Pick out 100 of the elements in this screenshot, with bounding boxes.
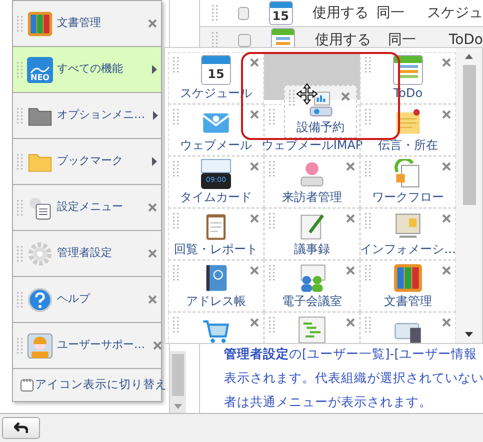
drag-handle-icon[interactable] [365, 109, 371, 125]
tile-label: タイムカード [180, 189, 252, 205]
drag-handle-icon[interactable] [17, 246, 23, 262]
drag-handle-icon[interactable] [269, 213, 275, 229]
menu-label: ヘルプ [57, 291, 90, 308]
drag-handle-icon[interactable] [289, 90, 295, 106]
tile-label: 伝言・所在 [378, 137, 438, 153]
close-icon[interactable] [346, 214, 355, 223]
drag-handle-icon[interactable] [365, 161, 371, 177]
drag-handle-icon[interactable] [173, 317, 179, 333]
app-tile[interactable]: 来訪者管理 [264, 156, 360, 208]
calendar-icon: 15 [201, 55, 231, 85]
help-icon [27, 286, 53, 312]
close-icon[interactable] [250, 214, 259, 223]
close-icon[interactable] [442, 58, 451, 67]
drag-handle-icon[interactable] [17, 200, 23, 216]
close-icon[interactable] [153, 341, 162, 350]
app-tile[interactable]: 議事録 [264, 208, 360, 260]
close-icon[interactable] [250, 318, 259, 327]
drag-handle-icon[interactable] [269, 109, 275, 125]
close-icon[interactable] [250, 110, 259, 119]
scrollbar-thumb[interactable] [172, 354, 184, 396]
drag-handle-icon[interactable] [17, 338, 23, 354]
menu-item[interactable]: オプションメニ… [13, 93, 161, 139]
app-tile[interactable]: インフォメーシ… [360, 208, 456, 260]
table-row[interactable]: 15 使用する 同一 スケジュ [200, 0, 483, 27]
drag-handle-icon[interactable] [365, 57, 371, 73]
table-cell-text: ToDo [448, 30, 483, 50]
checkbox[interactable] [238, 6, 249, 20]
close-icon[interactable] [442, 214, 451, 223]
drag-handle-icon[interactable] [17, 62, 23, 78]
drag-handle-icon[interactable] [173, 109, 179, 125]
drag-handle-icon[interactable] [173, 161, 179, 177]
drag-handle-icon[interactable] [173, 213, 179, 229]
gear-icon [27, 240, 53, 266]
calendar-outline-icon [20, 378, 34, 392]
app-tile[interactable]: ワークフロー [360, 156, 456, 208]
table-cell-text: スケジュ [427, 4, 483, 22]
table-cell-text: 使用する [312, 4, 369, 22]
app-tile[interactable]: 回覧・レポート [168, 208, 264, 260]
close-icon[interactable] [346, 162, 355, 171]
checkbox[interactable] [238, 34, 251, 46]
drag-handle-icon[interactable] [269, 161, 275, 177]
close-icon[interactable] [148, 249, 157, 258]
scroll-down-icon[interactable] [465, 332, 473, 337]
app-tile[interactable]: 電子会議室 [264, 260, 360, 312]
drag-handle-icon[interactable] [365, 213, 371, 229]
move-cursor-icon [296, 83, 318, 105]
close-icon[interactable] [442, 162, 451, 171]
tile-label: 電子会議室 [282, 293, 342, 309]
drag-handle-icon[interactable] [269, 265, 275, 281]
back-button[interactable] [2, 417, 40, 439]
scrollbar-thumb[interactable] [462, 65, 476, 205]
table-cell-text: 同一 [388, 30, 417, 50]
tile-label: 回覧・レポート [174, 241, 258, 257]
close-icon[interactable] [250, 58, 259, 67]
menu-item[interactable]: ユーザーサポー… [13, 323, 161, 369]
undo-arrow-icon [14, 422, 28, 434]
menu-label: ユーザーサポー… [57, 337, 145, 354]
help-text: 者は共通メニューが表示されます。 [224, 393, 433, 411]
drag-handle-icon[interactable] [365, 265, 371, 281]
close-icon[interactable] [442, 318, 451, 327]
scrollbar[interactable] [170, 351, 186, 413]
app-tile[interactable]: 文書管理 [360, 260, 456, 312]
close-icon[interactable] [148, 203, 157, 212]
menu-label: 設定メニュー [57, 199, 123, 216]
drag-handle-icon[interactable] [269, 317, 275, 333]
close-icon[interactable] [346, 318, 355, 327]
table-cell-text: 使用する [314, 30, 372, 50]
menu-item[interactable]: 設定メニュー [13, 185, 161, 231]
drag-handle-icon[interactable] [212, 5, 218, 21]
close-icon[interactable] [346, 266, 355, 275]
menu-item[interactable]: ブックマーク [13, 139, 161, 185]
menu-item[interactable]: 文書管理 [13, 1, 161, 47]
close-icon[interactable] [442, 110, 451, 119]
close-icon[interactable] [341, 92, 350, 101]
close-icon[interactable] [148, 19, 157, 28]
drag-handle-icon[interactable] [17, 154, 23, 170]
close-icon[interactable] [250, 162, 259, 171]
drag-handle-icon[interactable] [17, 16, 23, 32]
drag-handle-icon[interactable] [173, 57, 179, 73]
menu-item[interactable]: NEO すべての機能 [13, 47, 161, 93]
drag-handle-icon[interactable] [365, 317, 371, 333]
close-icon[interactable] [148, 295, 157, 304]
menu-item[interactable]: ヘルプ [13, 277, 161, 323]
drag-handle-icon[interactable] [17, 108, 23, 124]
menu-item[interactable]: 管理者設定 [13, 231, 161, 277]
help-text: 管理者設定の[ユーザー一覧]-[ユーザー情報 [224, 345, 478, 363]
tile-label: 文書管理 [384, 293, 432, 309]
close-icon[interactable] [442, 266, 451, 275]
icon-view-toggle[interactable]: アイコン表示に切り替え [20, 376, 167, 394]
submenu-scrollbar[interactable] [456, 48, 482, 343]
calendar-icon: 15 [268, 1, 293, 25]
drag-handle-icon[interactable] [173, 265, 179, 281]
app-tile[interactable]: ウェブメール [168, 104, 264, 156]
menu-label: 管理者設定 [57, 245, 112, 262]
drag-handle-icon[interactable] [17, 292, 23, 308]
menu-label: すべての機能 [57, 61, 123, 78]
app-tile[interactable]: アドレス帳 [168, 260, 264, 312]
close-icon[interactable] [250, 266, 259, 275]
